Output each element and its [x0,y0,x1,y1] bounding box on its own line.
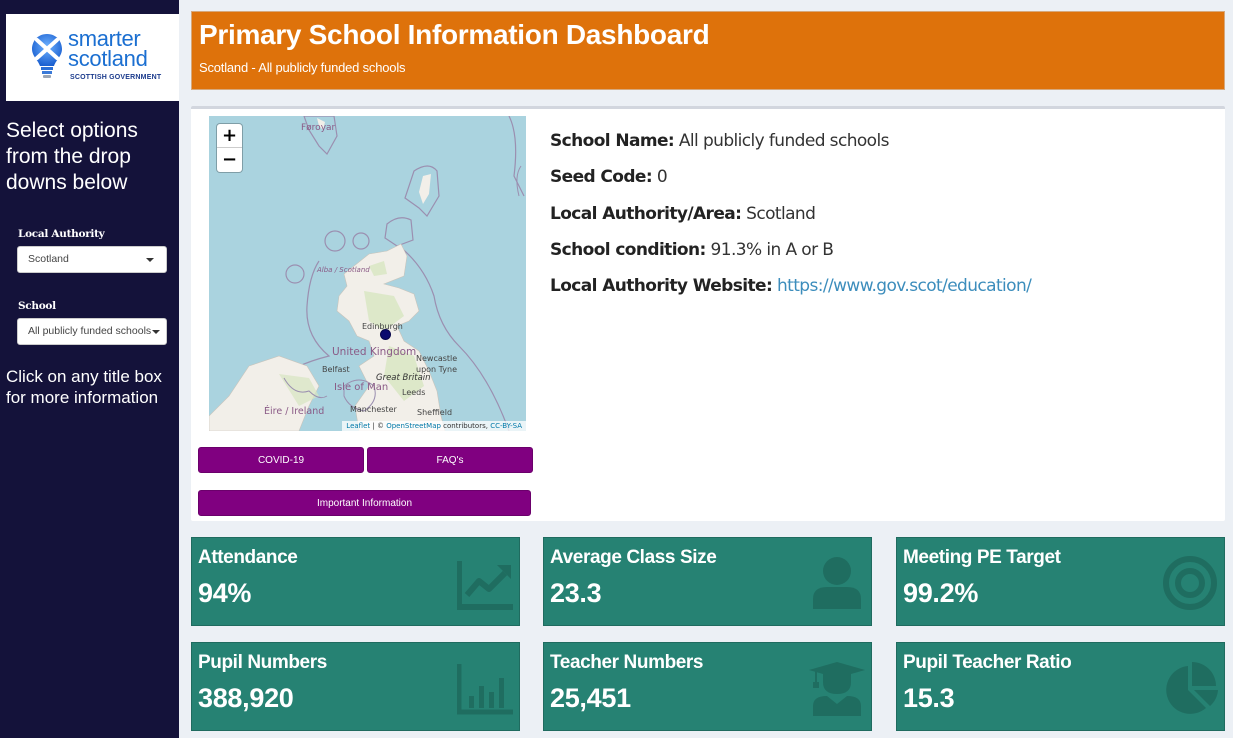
stat-title[interactable]: Attendance [198,547,298,569]
attribution-contributors: contributors, [440,422,491,430]
logo-subtext: SCOTTISH GOVERNMENT [70,74,162,81]
bar-chart-icon [456,660,513,716]
website-link[interactable]: https://www.gov.scot/education/ [777,276,1032,296]
line-chart-icon [456,555,513,611]
smarter-scotland-logo: smarter scotland SCOTTISH GOVERNMENT [6,14,179,101]
school-condition-label: School condition: [550,239,706,260]
logo-text-scotland: scotland [68,46,148,71]
graduate-icon [809,660,865,716]
pupil-numbers-box[interactable]: Pupil Numbers 388,920 [191,642,520,731]
stat-value: 99.2% [903,578,979,608]
covid-19-button[interactable]: COVID-19 [198,447,364,473]
website-label: Local Authority Website: [550,276,773,297]
zoom-in-button[interactable]: + [217,124,242,148]
seed-code-value: 0 [656,167,668,188]
school-name-label: School Name: [550,131,675,151]
map-label-ireland: Éire / Ireland [264,406,325,417]
map-label-isle-of-man: Isle of Man [334,382,389,393]
local-authority-select[interactable]: Scotland [17,246,167,273]
school-name-row: School Name: All publicly funded schools [550,131,1031,167]
local-authority-area-label: Local Authority/Area: [550,203,742,224]
stat-title[interactable]: Average Class Size [550,547,717,569]
faq-button[interactable]: FAQ's [367,447,533,473]
page-subtitle: Scotland - All publicly funded schools [199,60,406,75]
school-label: School [18,300,56,312]
map-label-united-kingdom: United Kingdom [332,346,417,358]
school-details: School Name: All publicly funded schools… [550,131,1032,312]
license-link[interactable]: CC-BY-SA [490,422,522,430]
page-title: Primary School Information Dashboard [199,19,710,50]
average-class-size-box[interactable]: Average Class Size 23.3 [543,537,872,626]
local-authority-label: Local Authority [18,228,105,240]
sidebar: smarter scotland SCOTTISH GOVERNMENT Sel… [0,0,179,738]
pie-chart-icon [1162,660,1218,716]
website-row: Local Authority Website: https://www.gov… [550,276,1032,312]
user-icon [809,555,865,611]
stat-value: 388,920 [198,683,294,713]
school-condition-row: School condition: 91.3% in A or B [550,240,1031,276]
map-label-manchester: Manchester [350,405,397,414]
local-authority-value: Scotland [28,253,69,265]
map-label-sheffield: Sheffield [417,408,453,417]
bullseye-icon [1162,555,1218,611]
school-select[interactable]: All publicly funded schools [17,318,167,345]
school-value: All publicly funded schools [28,325,152,337]
map-label-leeds: Leeds [402,388,426,397]
leaflet-link[interactable]: Leaflet [346,422,370,430]
map-label-scotland: Alba / Scotland [317,266,370,274]
seed-code-label: Seed Code: [550,167,653,188]
school-location-marker[interactable] [380,329,391,340]
map-label-newcastle: Newcastle [416,354,458,363]
chevron-down-icon [152,330,160,334]
stat-title[interactable]: Pupil Teacher Ratio [903,652,1072,674]
sidebar-hint: Click on any title box for more informat… [6,367,162,407]
school-condition-value: 91.3% in A or B [710,239,834,260]
map-attribution: Leaflet | © OpenStreetMap contributors, … [342,421,526,431]
teacher-numbers-box[interactable]: Teacher Numbers 25,451 [543,642,872,731]
local-authority-area-value: Scotland [746,203,816,224]
stat-value: 15.3 [903,683,955,713]
stat-title[interactable]: Pupil Numbers [198,652,327,674]
chevron-down-icon [146,258,154,262]
stat-value: 23.3 [550,578,602,608]
school-name-value: All publicly funded schools [678,131,890,151]
school-map[interactable]: + − Føroyar Alba / Scotland Edinburgh Un… [209,116,526,431]
map-zoom-control: + − [217,124,242,172]
school-info-panel: + − Føroyar Alba / Scotland Edinburgh Un… [191,106,1225,521]
dashboard-header: Primary School Information Dashboard Sco… [191,11,1225,90]
openstreetmap-link[interactable]: OpenStreetMap [386,422,441,430]
important-information-button[interactable]: Important Information [198,490,531,516]
meeting-pe-target-box[interactable]: Meeting PE Target 99.2% [896,537,1225,626]
stat-title[interactable]: Teacher Numbers [550,652,704,674]
lightbulb-saltire-icon [32,34,62,78]
stat-value: 25,451 [550,683,631,713]
attendance-box[interactable]: Attendance 94% [191,537,520,626]
map-label-faroe: Føroyar [301,123,336,133]
attribution-separator: | © [370,422,387,430]
pupil-teacher-ratio-box[interactable]: Pupil Teacher Ratio 15.3 [896,642,1225,731]
map-label-belfast: Belfast [322,365,350,374]
seed-code-row: Seed Code: 0 [550,167,1031,203]
stat-title[interactable]: Meeting PE Target [903,547,1061,569]
local-authority-row: Local Authority/Area: Scotland [550,204,1031,240]
sidebar-instructions: Select options from the drop downs below [6,119,138,194]
stat-value: 94% [198,578,252,608]
zoom-out-button[interactable]: − [217,148,242,172]
